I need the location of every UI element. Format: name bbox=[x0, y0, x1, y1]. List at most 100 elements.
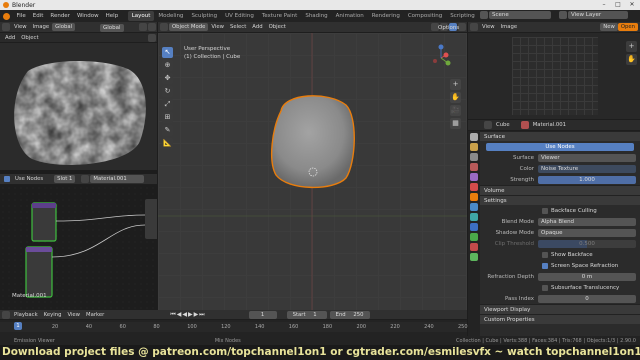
data-tab-icon[interactable] bbox=[470, 253, 478, 261]
left-shading-icon[interactable] bbox=[139, 23, 147, 31]
measure-tool-icon[interactable]: 📐 bbox=[162, 138, 173, 149]
open-image-button[interactable]: Open bbox=[617, 23, 638, 31]
viewport-options[interactable]: Options bbox=[438, 25, 459, 31]
workspace-tab-texture-paint[interactable]: Texture Paint bbox=[258, 11, 302, 21]
tool-tab-icon[interactable] bbox=[470, 133, 478, 141]
constraints-tab-icon[interactable] bbox=[470, 233, 478, 241]
playback-controls-icon[interactable]: ⏮◀◀▶▶⏭ bbox=[167, 311, 208, 319]
menu-edit[interactable]: Edit bbox=[29, 13, 47, 19]
use-nodes-checkbox[interactable] bbox=[4, 176, 10, 182]
transform-tool-icon[interactable]: ⊞ bbox=[162, 112, 173, 123]
move-tool-icon[interactable]: ✥ bbox=[162, 73, 173, 84]
backface-culling-checkbox[interactable] bbox=[542, 207, 548, 214]
timeline-editor-type-icon[interactable] bbox=[2, 310, 10, 319]
viewport-menu-add[interactable]: Add bbox=[249, 24, 265, 30]
node-mapping[interactable] bbox=[25, 246, 53, 298]
menu-window[interactable]: Window bbox=[73, 13, 102, 19]
scene-selector[interactable]: Scene bbox=[489, 11, 551, 19]
slot-selector[interactable]: Slot 1 bbox=[54, 175, 76, 183]
color-field[interactable]: Noise Texture bbox=[538, 164, 636, 173]
strength-field[interactable]: 1.000 bbox=[538, 175, 636, 184]
surface-field[interactable]: Viewer bbox=[538, 153, 636, 162]
grid-toggle-icon[interactable]: ▦ bbox=[450, 118, 461, 129]
workspace-tab-shading[interactable]: Shading bbox=[301, 11, 331, 21]
node-output[interactable] bbox=[145, 199, 157, 239]
menu-file[interactable]: File bbox=[13, 13, 29, 19]
image-editor-canvas[interactable]: + ✋ bbox=[468, 33, 640, 119]
image-editor-type-icon[interactable] bbox=[470, 23, 478, 31]
material-tab-icon[interactable] bbox=[470, 243, 478, 251]
3d-viewport[interactable]: User Perspective (1) Collection | Cube ↖… bbox=[158, 33, 467, 310]
output-tab-icon[interactable] bbox=[470, 153, 478, 161]
refraction-depth-field[interactable]: 0 m bbox=[538, 272, 636, 281]
blend-mode-select[interactable]: Alpha Blend bbox=[538, 217, 636, 226]
scene-icon[interactable] bbox=[480, 11, 488, 19]
viewport-editor-type-icon[interactable] bbox=[160, 23, 168, 31]
left-menu-image[interactable]: Image bbox=[30, 24, 53, 30]
clip-threshold-field[interactable]: 0.500 bbox=[538, 239, 636, 248]
navigation-gizmo-icon[interactable] bbox=[433, 44, 451, 66]
surface-section-header[interactable]: Surface bbox=[480, 131, 640, 141]
timeline-menu-keying[interactable]: Keying bbox=[41, 312, 65, 318]
rotate-tool-icon[interactable]: ↻ bbox=[162, 86, 173, 97]
workspace-tab-layout[interactable]: Layout bbox=[127, 11, 155, 21]
timeline-menu-marker[interactable]: Marker bbox=[83, 312, 107, 318]
playhead[interactable]: 1 bbox=[14, 322, 22, 330]
transform-orientation[interactable]: Global bbox=[100, 24, 124, 32]
viewport-menu-object[interactable]: Object bbox=[266, 24, 289, 30]
annotate-tool-icon[interactable]: ✎ bbox=[162, 125, 173, 136]
left-menu-object[interactable]: Object bbox=[18, 35, 41, 41]
particles-tab-icon[interactable] bbox=[470, 213, 478, 221]
workspace-tab-compositing[interactable]: Compositing bbox=[404, 11, 446, 21]
custom-properties-section-header[interactable]: Custom Properties bbox=[480, 314, 640, 324]
menu-render[interactable]: Render bbox=[47, 13, 74, 19]
new-image-button[interactable]: New bbox=[600, 23, 618, 31]
end-frame-field[interactable]: End 250 bbox=[329, 310, 370, 319]
texture-preview-area[interactable] bbox=[0, 43, 157, 170]
cursor-tool-icon[interactable]: ⊕ bbox=[162, 60, 173, 71]
workspace-tab-sculpting[interactable]: Sculpting bbox=[187, 11, 221, 21]
view-layer-icon[interactable] bbox=[559, 11, 567, 19]
shadow-mode-select[interactable]: Opaque bbox=[538, 228, 636, 237]
view-layer-tab-icon[interactable] bbox=[470, 163, 478, 171]
settings-section-header[interactable]: Settings bbox=[480, 195, 640, 205]
left-menu-add[interactable]: Add bbox=[2, 35, 18, 41]
sss-checkbox[interactable] bbox=[542, 284, 548, 291]
workspace-tab-modeling[interactable]: Modeling bbox=[154, 11, 187, 21]
left-viewport-icon[interactable] bbox=[148, 33, 156, 42]
timeline-menu-view[interactable]: View bbox=[64, 312, 83, 318]
mode-selector[interactable]: Object Mode bbox=[169, 23, 209, 31]
hand-pan-icon[interactable]: ✋ bbox=[450, 92, 461, 103]
use-nodes-button[interactable]: Use Nodes bbox=[486, 142, 634, 151]
material-selector[interactable]: Material.001 bbox=[90, 175, 145, 183]
show-backface-checkbox[interactable] bbox=[542, 251, 548, 258]
menu-help[interactable]: Help bbox=[102, 13, 122, 19]
viewport-menu-select[interactable]: Select bbox=[227, 24, 249, 30]
pass-index-field[interactable]: 0 bbox=[538, 294, 636, 303]
zoom-icon[interactable]: + bbox=[450, 79, 461, 90]
left-shading-icon-2[interactable] bbox=[148, 23, 156, 31]
scale-tool-icon[interactable]: ⤢ bbox=[162, 99, 173, 110]
viewport-menu-view[interactable]: View bbox=[208, 24, 227, 30]
selected-cube[interactable] bbox=[271, 95, 355, 189]
render-tab-icon[interactable] bbox=[470, 143, 478, 151]
workspace-tab-animation[interactable]: Animation bbox=[332, 11, 368, 21]
left-orientation[interactable]: Global bbox=[52, 23, 76, 31]
image-zoom-icon[interactable]: + bbox=[626, 41, 637, 52]
object-tab-icon[interactable] bbox=[470, 193, 478, 201]
volume-section-header[interactable]: Volume bbox=[480, 185, 640, 195]
image-menu-image[interactable]: Image bbox=[498, 24, 521, 30]
scene-tab-icon[interactable] bbox=[470, 173, 478, 181]
editor-type-icon[interactable] bbox=[2, 23, 10, 31]
left-menu-view[interactable]: View bbox=[11, 24, 30, 30]
timeline-ruler[interactable]: 120406080100120140160180200220240250 bbox=[0, 322, 468, 332]
select-tool-icon[interactable]: ↖ bbox=[162, 47, 173, 58]
viewport-display-section-header[interactable]: Viewport Display bbox=[480, 304, 640, 314]
node-noise[interactable] bbox=[31, 202, 57, 242]
ssr-checkbox[interactable] bbox=[542, 262, 548, 269]
blender-menu-icon[interactable] bbox=[3, 12, 10, 20]
camera-icon[interactable]: 🎥 bbox=[450, 105, 461, 116]
image-menu-view[interactable]: View bbox=[479, 24, 498, 30]
workspace-tab-scripting[interactable]: Scripting bbox=[446, 11, 478, 21]
view-layer-selector[interactable]: View Layer bbox=[568, 11, 628, 19]
